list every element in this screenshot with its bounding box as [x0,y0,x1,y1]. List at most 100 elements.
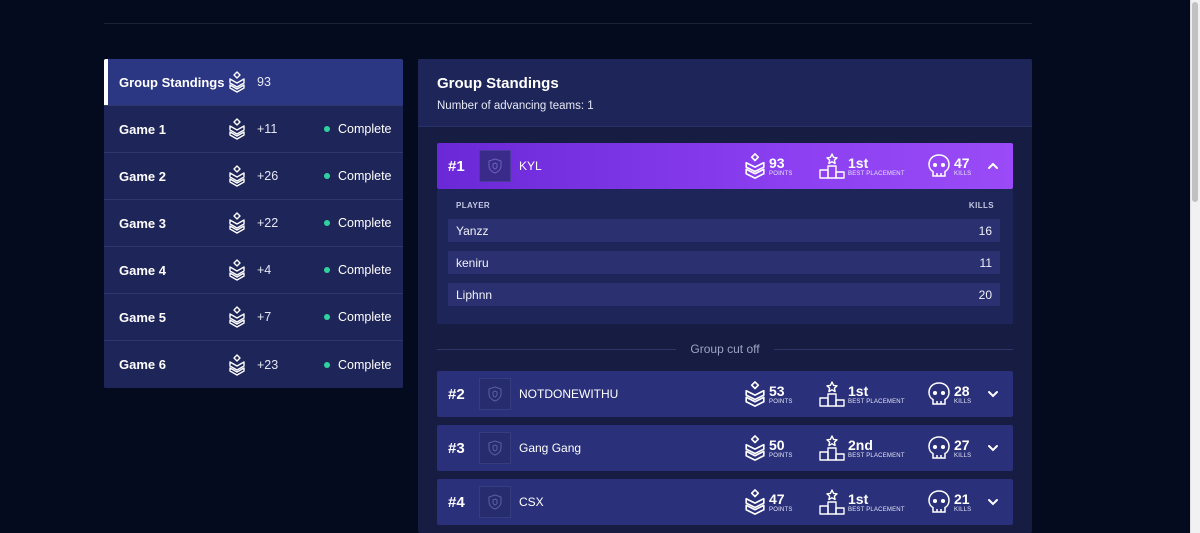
team-1-player-details: PLAYER KILLS Yanzz 16 keniru 11 Liphnn 2… [437,189,1013,324]
kills-value: 28 [954,382,970,399]
sidebar-item-game-2[interactable]: Game 2 +26 Complete [104,153,403,200]
team-logo-shield-icon [479,150,511,182]
best-placement-value: 2nd [848,436,873,453]
points-chevron-icon [229,212,245,234]
status-dot-icon [324,220,330,226]
team-name: Gang Gang [519,441,582,455]
points-chevron-icon [229,165,245,187]
points-label: POINTS [769,398,793,405]
advancing-teams-text: Number of advancing teams: 1 [437,100,594,112]
best-placement-stat: 1st BEST PLACEMENT [819,151,905,181]
points-value: 53 [769,382,785,399]
kills-value: 47 [954,154,970,171]
team-row-3[interactable]: #3 Gang Gang 50 POINTS 2nd BEST PLACEMENT … [437,425,1013,471]
scrollbar-thumb[interactable] [1192,2,1198,202]
sidebar-item-label: Group Standings [119,74,225,90]
kills-column-header: KILLS [968,201,994,210]
kills-stat: 21 KILLS [927,489,971,515]
sidebar-item-game-4[interactable]: Game 4 +4 Complete [104,247,403,294]
status-badge: Complete [324,216,392,230]
status-text: Complete [338,122,392,136]
sidebar-item-points: +4 [257,263,272,277]
team-logo-shield-icon [479,486,511,518]
points-chevron-icon [229,259,245,281]
best-placement-stat: 1st BEST PLACEMENT [819,487,905,517]
chevron-down-icon[interactable] [987,442,999,454]
points-label: POINTS [769,506,793,513]
player-table-header: PLAYER KILLS [456,201,994,210]
team-name: CSX [519,495,544,509]
sidebar-item-points: +22 [257,216,279,230]
sidebar-item-label: Game 3 [119,215,166,231]
status-text: Complete [338,216,392,230]
points-value: 50 [769,436,785,453]
player-name: Yanzz [456,223,489,238]
status-dot-icon [324,126,330,132]
kills-value: 21 [954,490,970,507]
podium-star-icon [819,381,845,407]
player-kills: 11 [979,255,992,270]
podium-star-icon [819,435,845,461]
sidebar-item-game-5[interactable]: Game 5 +7 Complete [104,294,403,341]
points-stat: 50 POINTS [744,433,793,463]
player-kills: 16 [978,223,992,238]
sidebar-item-label: Game 4 [119,262,166,278]
top-divider [104,23,1032,24]
panel-header: Group Standings Number of advancing team… [418,59,1032,127]
kills-label: KILLS [954,506,972,513]
chevron-up-icon[interactable] [987,160,999,172]
status-dot-icon [324,173,330,179]
skull-icon [928,436,950,459]
team-logo-shield-icon [479,378,511,410]
best-placement-value: 1st [848,382,869,399]
points-stat: 47 POINTS [744,487,793,517]
page-scrollbar[interactable] [1190,0,1200,533]
team-row-2[interactable]: #2 NOTDONEWITHU 53 POINTS 1st BEST PLACEME… [437,371,1013,417]
status-text: Complete [338,310,392,324]
sidebar-item-group-standings[interactable]: Group Standings 93 [104,59,403,106]
points-chevron-icon [229,306,245,328]
team-rank: #3 [448,439,465,457]
best-placement-stat: 2nd BEST PLACEMENT [819,433,905,463]
sidebar-item-game-3[interactable]: Game 3 +22 Complete [104,200,403,247]
points-chevron-icon [745,153,765,179]
chevron-down-icon[interactable] [987,496,999,508]
team-row-4[interactable]: #4 CSX 47 POINTS 1st BEST PLACEMENT 21 KILL… [437,479,1013,525]
points-chevron-icon [229,71,245,93]
kills-label: KILLS [954,170,972,177]
table-row: Yanzz 16 [448,219,1000,242]
points-value: 93 [769,154,785,171]
points-stat: 53 POINTS [744,379,793,409]
points-chevron-icon [229,353,245,376]
standings-panel: Group Standings Number of advancing team… [418,59,1032,533]
points-value: 47 [769,490,785,507]
points-label: POINTS [769,170,793,177]
points-stat: 93 POINTS [744,151,793,181]
status-badge: Complete [324,358,392,372]
team-row-1[interactable]: #1 KYL 93 POINTS 1st BEST PLACEMENT 47 KILL… [437,143,1013,189]
status-badge: Complete [324,310,392,324]
sidebar-item-game-1[interactable]: Game 1 +11 Complete [104,106,403,153]
player-column-header: PLAYER [456,201,491,210]
best-placement-label: BEST PLACEMENT [848,170,905,177]
skull-icon [928,490,950,513]
points-chevron-icon [229,118,245,140]
best-placement-stat: 1st BEST PLACEMENT [819,379,905,409]
kills-label: KILLS [954,452,972,459]
points-chevron-icon [745,381,765,407]
sidebar-item-points: +11 [257,122,278,136]
sidebar: Group Standings 93 Game 1 +11 Complete G… [104,59,403,388]
team-rank: #1 [448,157,465,175]
chevron-down-icon[interactable] [987,388,999,400]
table-row: Liphnn 20 [448,283,1000,306]
status-badge: Complete [324,169,392,183]
status-dot-icon [324,361,330,368]
status-dot-icon [324,314,330,320]
team-rank: #4 [448,493,465,511]
sidebar-item-game-6[interactable]: Game 6 +23 Complete [104,341,403,388]
sidebar-item-points: +7 [257,310,272,324]
sidebar-item-label: Game 2 [119,168,166,184]
best-placement-value: 1st [848,154,869,171]
team-rank: #2 [448,385,465,403]
team-name: NOTDONEWITHU [519,387,619,401]
